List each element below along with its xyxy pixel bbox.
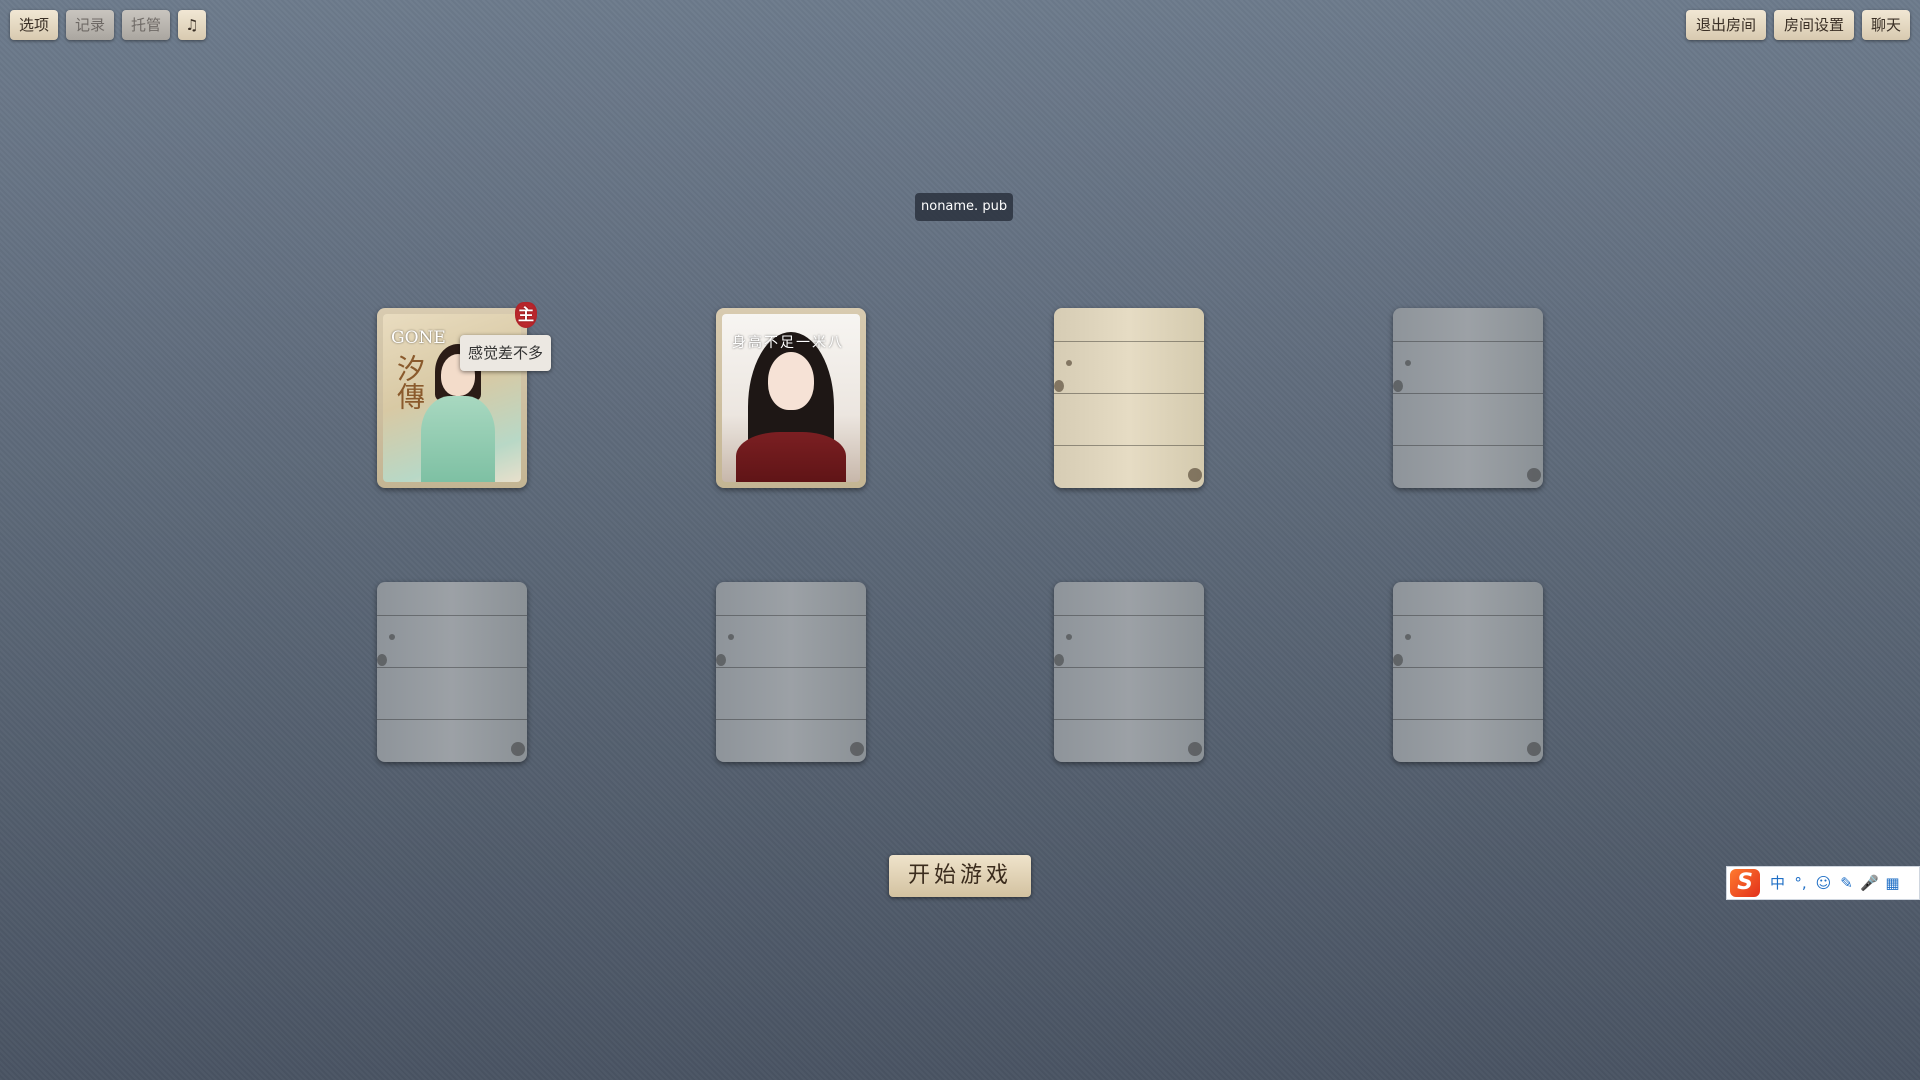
card-caption: 身高不足一米八: [732, 335, 844, 351]
seat-6[interactable]: [716, 582, 866, 762]
ime-logo-icon[interactable]: S: [1730, 869, 1760, 897]
options-button[interactable]: 选项: [10, 10, 58, 40]
card-title: GONE: [391, 328, 446, 348]
seat-3[interactable]: [1054, 308, 1204, 488]
music-note-icon: ♫: [185, 16, 199, 34]
ime-punctuation-icon[interactable]: °,: [1789, 869, 1812, 897]
ime-emoji-icon[interactable]: ☺: [1812, 869, 1835, 897]
chat-button[interactable]: 聊天: [1862, 10, 1910, 40]
ime-toolbar[interactable]: S 中 °, ☺ ✎ 🎤 ▦: [1726, 866, 1920, 900]
seat-7[interactable]: [1054, 582, 1204, 762]
seat-4[interactable]: [1393, 308, 1543, 488]
music-button[interactable]: ♫: [178, 10, 206, 40]
record-button[interactable]: 记录: [66, 10, 114, 40]
ime-microphone-icon[interactable]: 🎤: [1858, 869, 1881, 897]
server-label: noname. pub: [915, 193, 1014, 221]
ime-handwriting-icon[interactable]: ✎: [1835, 869, 1858, 897]
seat-5[interactable]: [377, 582, 527, 762]
leave-room-button[interactable]: 退出房间: [1686, 10, 1766, 40]
start-game-button[interactable]: 开始游戏: [889, 855, 1031, 897]
seat-8[interactable]: [1393, 582, 1543, 762]
card-subtitle: 汐傳: [393, 354, 426, 410]
host-badge: 主: [515, 302, 537, 328]
seat-2[interactable]: 身高不足一米八: [716, 308, 866, 488]
ime-language-toggle[interactable]: 中: [1766, 869, 1789, 897]
auto-play-button[interactable]: 托管: [122, 10, 170, 40]
player-avatar: 身高不足一米八: [722, 314, 860, 482]
ime-toolbox-icon[interactable]: ▦: [1881, 869, 1904, 897]
chat-bubble: 感觉差不多: [460, 335, 552, 371]
room-settings-button[interactable]: 房间设置: [1774, 10, 1854, 40]
